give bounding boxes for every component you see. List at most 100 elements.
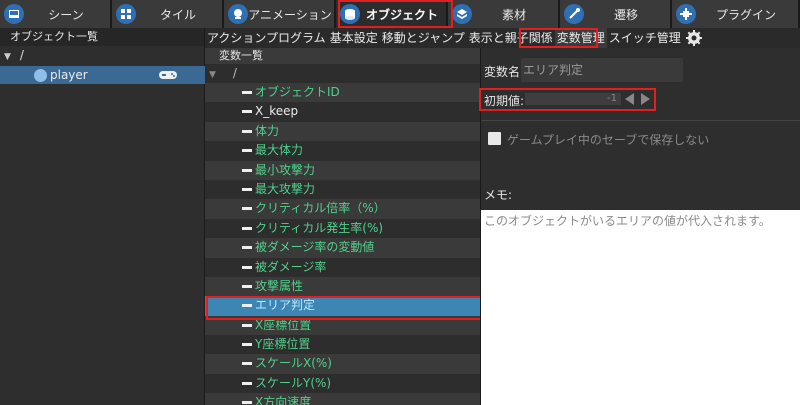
tab-scene[interactable]: シーン — [0, 0, 112, 28]
scene-icon — [4, 4, 24, 24]
tab-basic-settings[interactable]: 基本設定 — [328, 28, 380, 48]
divider — [481, 120, 800, 121]
gamepad-icon — [159, 71, 177, 79]
variable-icon — [242, 187, 252, 191]
app-window: シーン タイル アニメーション オブジェクト 素材 遷移 プラグイン オブジェク… — [0, 0, 800, 405]
tab-material[interactable]: 素材 — [448, 0, 560, 28]
variable-detail-panel: 変数名: エリア判定 初期値: -1 ゲームプレイ中のセーブで保存しない メモ:… — [480, 48, 800, 405]
variable-item[interactable]: クリティカル倍率（%） — [205, 199, 480, 219]
tab-transition[interactable]: 遷移 — [560, 0, 672, 28]
tile-icon — [116, 4, 136, 24]
variable-list-panel: 変数一覧 ▼ / オブジェクトID X_keep 体力 最大体力 最小攻撃力 最… — [205, 48, 480, 405]
variable-item-selected[interactable]: エリア判定 — [205, 296, 480, 316]
variable-label: 被ダメージ率 — [255, 259, 327, 274]
gear-icon[interactable] — [685, 29, 703, 47]
variable-item[interactable]: X_keep — [205, 102, 480, 121]
variable-item[interactable]: 体力 — [205, 121, 480, 142]
object-tree-root-label: / — [19, 48, 24, 62]
variable-item[interactable]: 被ダメージ率 — [205, 258, 480, 277]
variable-label: 被ダメージ率の変動値 — [255, 240, 375, 255]
tab-display-parent[interactable]: 表示と親子関係 — [467, 28, 555, 48]
decrement-arrow-icon[interactable] — [625, 93, 634, 105]
variable-item[interactable]: Y座標位置 — [205, 335, 480, 354]
variable-name-label: 変数名: — [484, 65, 525, 79]
object-tree-root[interactable]: ▼ / — [0, 46, 204, 64]
variable-icon — [242, 284, 252, 288]
tab-object[interactable]: オブジェクト — [336, 0, 448, 28]
variable-label: エリア判定 — [255, 298, 316, 313]
initial-value-field[interactable]: -1 — [525, 93, 621, 105]
transition-icon — [564, 4, 584, 24]
variable-label: X方向速度 — [255, 395, 312, 405]
object-list-panel: オブジェクト一覧 ▼ / player — [0, 28, 205, 405]
object-list-header: オブジェクト一覧 — [0, 28, 204, 46]
tab-variable-management[interactable]: 変数管理 — [554, 28, 607, 48]
variable-label: X_keep — [255, 104, 299, 119]
variable-icon — [242, 381, 252, 385]
variable-tree-root[interactable]: ▼ / — [205, 64, 480, 83]
increment-arrow-icon[interactable] — [641, 93, 650, 105]
variable-label: スケールX(%) — [255, 356, 332, 371]
tab-action-program[interactable]: アクションプログラム — [205, 28, 328, 48]
variable-item[interactable]: クリティカル発生率(%) — [205, 219, 480, 238]
variable-label: 攻撃属性 — [255, 278, 304, 293]
variable-item[interactable]: 最大体力 — [205, 141, 480, 160]
tab-move-jump[interactable]: 移動とジャンプ — [380, 28, 467, 48]
variable-icon — [242, 207, 252, 211]
variable-label: クリティカル発生率(%) — [255, 220, 384, 235]
variable-icon — [242, 265, 252, 269]
variable-label: スケールY(%) — [255, 375, 332, 390]
expand-caret-icon[interactable]: ▼ — [4, 48, 16, 66]
variable-item[interactable]: 最小攻撃力 — [205, 160, 480, 180]
memo-textarea[interactable]: このオブジェクトがいるエリアの値が代入されます。 — [481, 210, 800, 405]
variable-label: オブジェクトID — [255, 85, 340, 99]
variable-item[interactable]: X方向速度 — [205, 393, 480, 405]
variable-label: 最大攻撃力 — [255, 181, 316, 196]
no-save-checkbox[interactable] — [488, 132, 501, 145]
variable-icon — [242, 110, 252, 114]
variable-item[interactable]: オブジェクトID — [205, 83, 480, 103]
variable-item[interactable]: X座標位置 — [205, 315, 480, 336]
object-item-label: player — [50, 68, 88, 82]
tab-animation[interactable]: アニメーション — [224, 0, 336, 28]
variable-icon — [242, 401, 252, 405]
variable-item[interactable]: スケールY(%) — [205, 374, 480, 393]
variable-icon — [242, 343, 252, 347]
object-icon — [34, 68, 47, 82]
animation-icon — [228, 4, 248, 24]
variable-icon — [242, 304, 252, 308]
variable-icon — [242, 246, 252, 250]
variable-icon — [242, 91, 252, 94]
top-tab-bar: シーン タイル アニメーション オブジェクト 素材 遷移 プラグイン — [0, 0, 800, 28]
variable-item[interactable]: 最大攻撃力 — [205, 180, 480, 199]
tab-plugin[interactable]: プラグイン — [672, 0, 800, 28]
variable-icon — [242, 362, 252, 366]
variable-item[interactable]: 攻撃属性 — [205, 276, 480, 297]
variable-tree-root-label: / — [232, 66, 237, 80]
variable-icon — [242, 129, 252, 133]
variable-icon — [242, 168, 252, 172]
variable-label: クリティカル倍率（%） — [255, 201, 386, 216]
variable-icon — [242, 149, 252, 153]
variable-label: 最小攻撃力 — [255, 162, 316, 177]
object-icon — [340, 4, 360, 24]
plugin-icon — [676, 4, 696, 24]
variable-label: 体力 — [255, 123, 280, 138]
variable-icon — [242, 226, 252, 230]
variable-item[interactable]: スケールX(%) — [205, 354, 480, 374]
variable-item[interactable]: 被ダメージ率の変動値 — [205, 238, 480, 258]
variable-name-field[interactable]: エリア判定 — [521, 58, 683, 82]
variable-list-header: 変数一覧 — [205, 48, 480, 64]
variable-icon — [242, 323, 252, 327]
tab-switch-management[interactable]: スイッチ管理 — [607, 28, 683, 48]
variable-label: Y座標位置 — [255, 337, 311, 352]
variable-label: X座標位置 — [255, 317, 312, 332]
object-settings-tabs: アクションプログラム 基本設定 移動とジャンプ 表示と親子関係 変数管理 スイッ… — [205, 28, 800, 48]
memo-label: メモ: — [484, 188, 513, 202]
material-icon — [452, 4, 472, 24]
no-save-checkbox-label: ゲームプレイ中のセーブで保存しない — [507, 133, 710, 147]
variable-label: 最大体力 — [255, 143, 304, 158]
object-item-player[interactable]: player — [0, 66, 205, 84]
initial-value-label: 初期値: — [484, 94, 525, 108]
tab-tile[interactable]: タイル — [112, 0, 224, 28]
